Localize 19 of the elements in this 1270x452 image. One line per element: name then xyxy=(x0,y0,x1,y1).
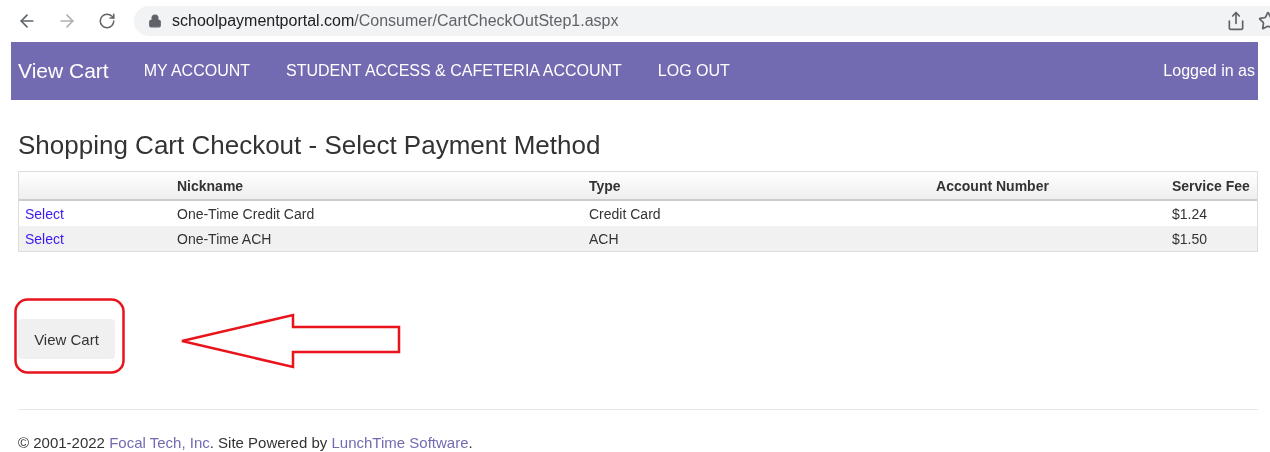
table-cell: $1.50 xyxy=(1166,226,1257,251)
nav-link[interactable]: LOG OUT xyxy=(657,62,730,80)
share-icon[interactable] xyxy=(1226,10,1246,31)
footer-link[interactable]: Focal Tech, Inc xyxy=(109,434,210,451)
view-cart-button[interactable]: View Cart xyxy=(18,319,115,359)
address-bar[interactable]: schoolpaymentportal.com/Consumer/CartCheckOutStep1.aspx xyxy=(134,5,1270,36)
select-link[interactable]: Select xyxy=(25,206,64,222)
page-title: Shopping Cart Checkout - Select Payment Method xyxy=(18,130,602,161)
footer-link[interactable]: LunchTime Software xyxy=(331,434,469,451)
reload-icon[interactable] xyxy=(98,11,116,30)
brand-link[interactable]: View Cart xyxy=(18,59,109,83)
user-label: Logged in as xyxy=(1163,62,1255,80)
select-link[interactable]: Select xyxy=(25,231,64,247)
table-cell: ACH xyxy=(583,226,819,251)
lock-icon xyxy=(148,13,162,28)
nav-link[interactable]: MY ACCOUNT xyxy=(143,62,251,80)
footer-text: © 2001-2022 Focal Tech, Inc. Site Powered by LunchTime Software. xyxy=(18,434,474,451)
nav-link[interactable]: STUDENT ACCESS & CAFETERIA ACCOUNT xyxy=(286,62,622,80)
table-cell: One-Time ACH xyxy=(171,226,583,251)
